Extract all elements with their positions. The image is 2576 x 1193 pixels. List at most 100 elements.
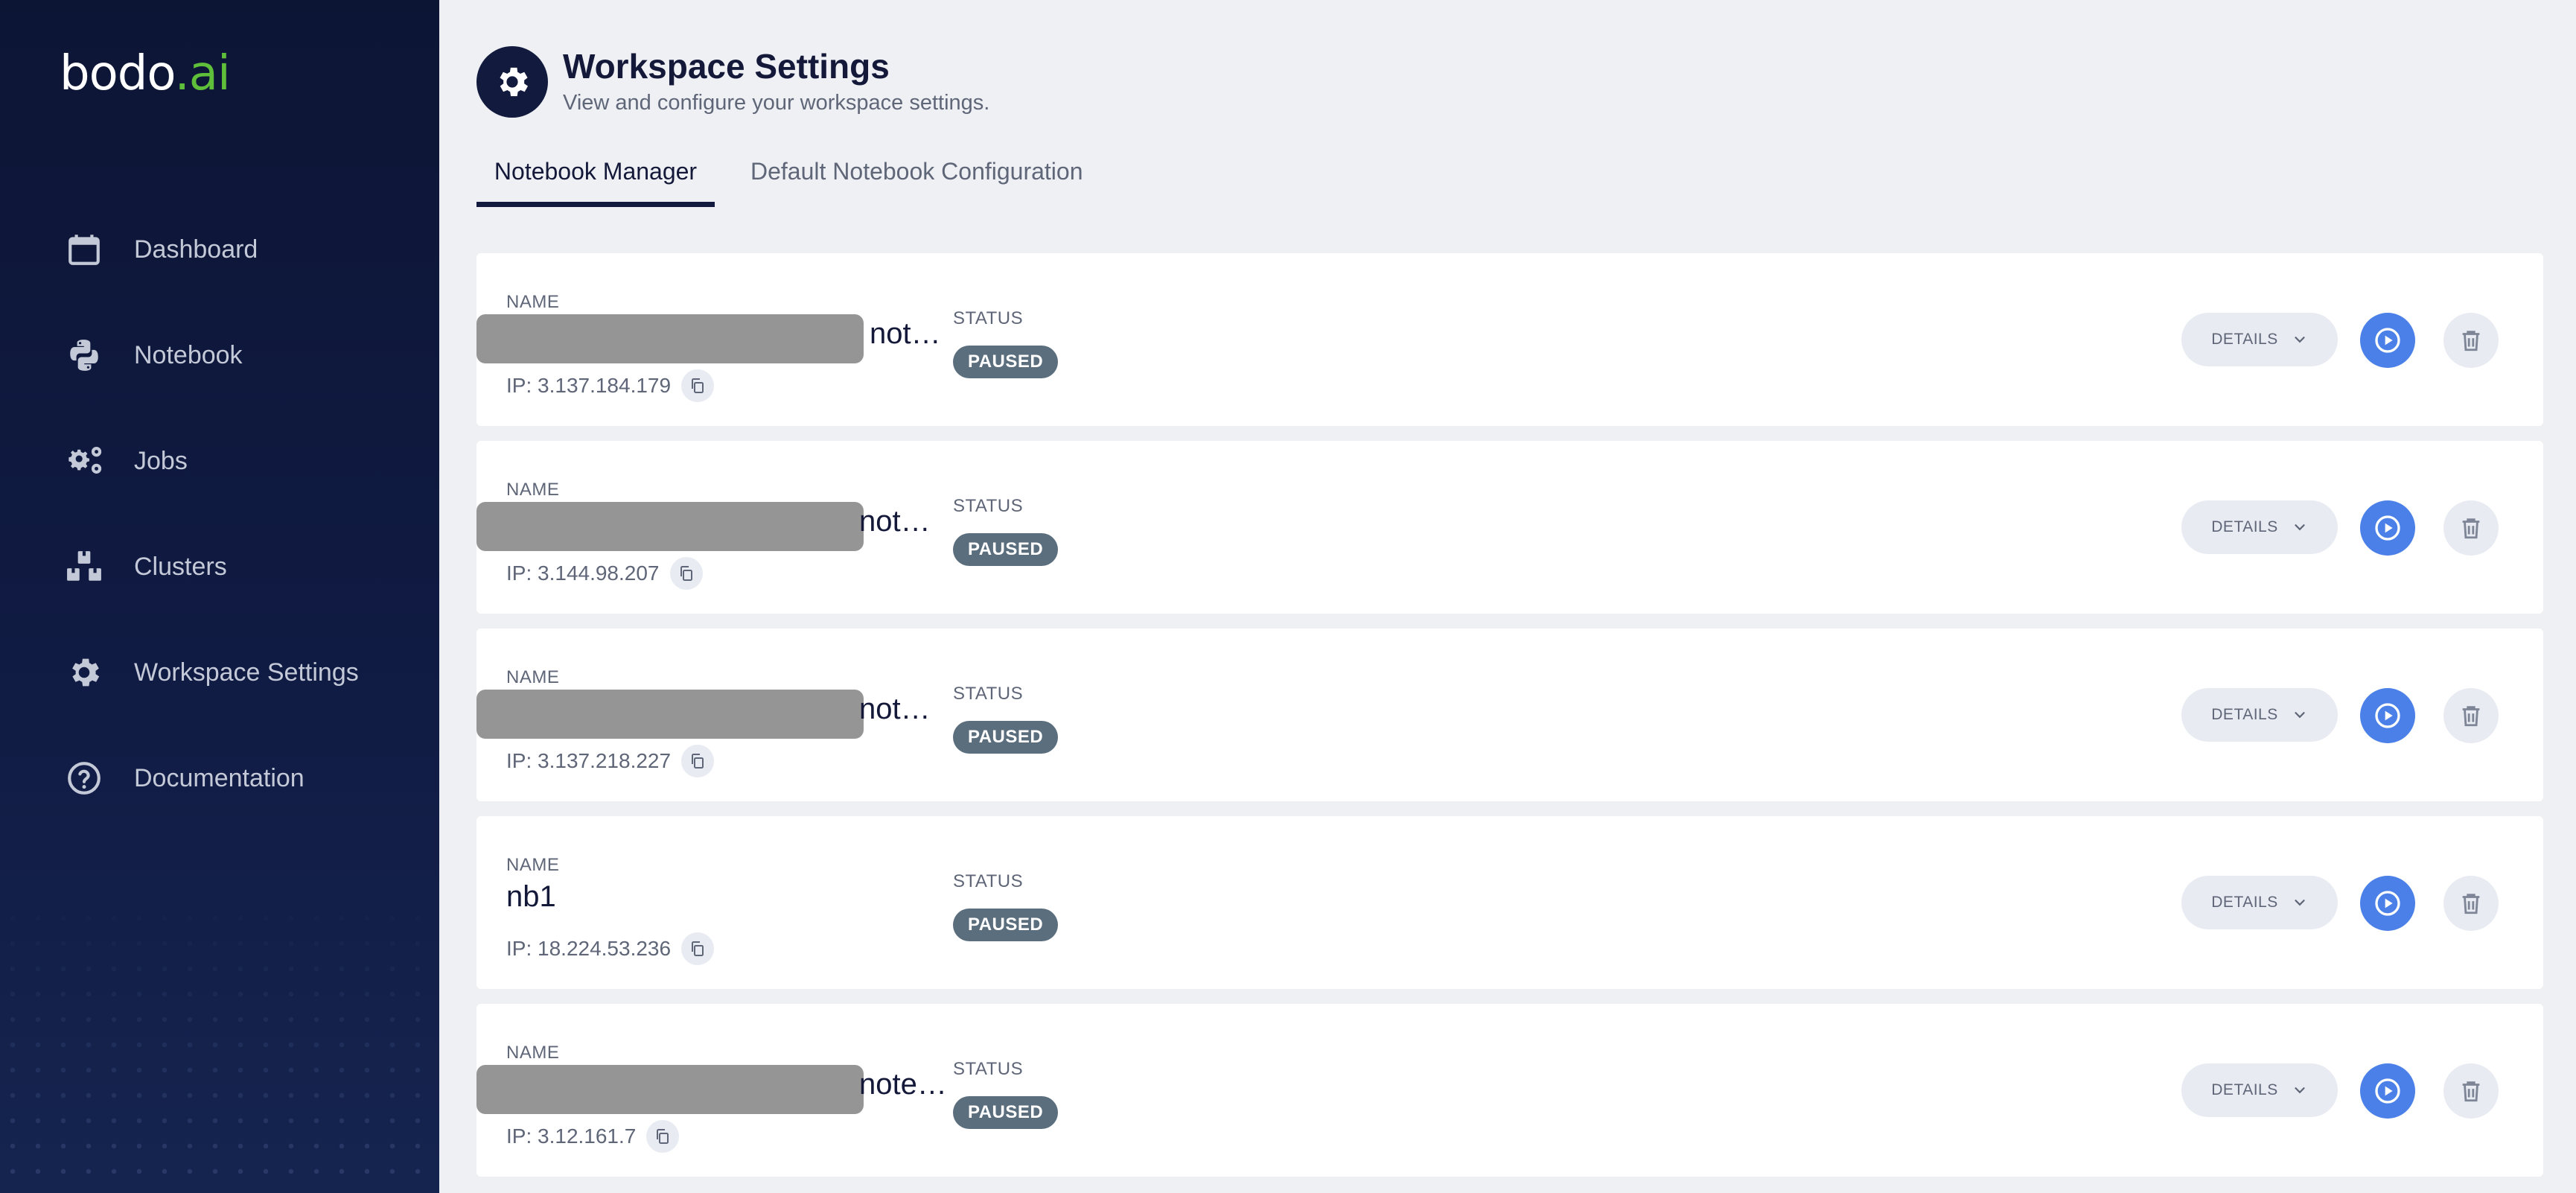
details-label: DETAILS [2211,331,2278,348]
tab-default-notebook-configuration[interactable]: Default Notebook Configuration [750,158,1083,207]
status-label: STATUS [953,871,1024,891]
start-notebook-button[interactable] [2360,500,2415,556]
name-label: NAME [506,292,560,312]
trash-icon [2462,331,2480,351]
page-title: Workspace Settings [563,47,890,86]
boxes-icon [60,542,109,591]
delete-notebook-button[interactable] [2443,1063,2499,1119]
copy-icon [692,378,704,393]
notebook-name: nb1 [506,880,556,913]
status-badge: PAUSED [953,721,1059,754]
sidebar-item-label: Notebook [134,340,243,369]
status-label: STATUS [953,1059,1024,1079]
tab-notebook-manager[interactable]: Notebook Manager [476,158,715,207]
play-icon [2375,891,2400,916]
delete-notebook-button[interactable] [2443,688,2499,743]
logo-text: bodo [60,46,175,101]
name-label: NAME [506,855,560,875]
copy-icon [657,1129,669,1144]
details-label: DETAILS [2211,706,2278,723]
notebook-name: not… [859,693,931,725]
page-subtitle: View and configure your workspace settin… [563,91,990,115]
redaction-bar [476,690,864,739]
trash-icon [2462,1081,2480,1102]
ip-address: IP: 18.224.53.236 [506,932,715,965]
notebook-card: NAME not… IP: 3.137.184.179 STATUS PAUSE… [476,253,2543,426]
chevron-down-icon [2292,707,2308,723]
start-notebook-button[interactable] [2360,1063,2415,1119]
gear-icon [500,67,529,97]
sidebar-item-workspace-settings[interactable]: Workspace Settings [0,639,439,706]
status-label: STATUS [953,308,1024,328]
gear-icon [60,648,109,697]
notebook-name: not… [870,317,941,350]
logo-accent-text: .ai [174,46,230,101]
delete-notebook-button[interactable] [2443,500,2499,556]
play-icon [2375,328,2400,353]
sidebar-item-documentation[interactable]: Documentation [0,745,439,812]
details-button[interactable]: DETAILS [2181,500,2338,554]
details-label: DETAILS [2211,894,2278,911]
trash-icon [2462,518,2480,539]
python-icon [60,331,109,380]
copy-ip-button[interactable] [681,745,715,777]
status-label: STATUS [953,684,1024,704]
name-label: NAME [506,1043,560,1063]
ip-text: IP: 18.224.53.236 [506,937,672,960]
start-notebook-button[interactable] [2360,313,2415,368]
details-button[interactable]: DETAILS [2181,313,2338,366]
redaction-bar [476,1065,864,1114]
name-label: NAME [506,667,560,687]
redaction-bar [476,502,864,551]
details-label: DETAILS [2211,518,2278,535]
details-label: DETAILS [2211,1081,2278,1098]
ip-address: IP: 3.144.98.207 [506,557,703,590]
start-notebook-button[interactable] [2360,688,2415,743]
delete-notebook-button[interactable] [2443,876,2499,931]
copy-ip-button[interactable] [681,932,715,965]
trash-icon [2462,706,2480,727]
sidebar-item-label: Workspace Settings [134,658,359,687]
notebook-name: not… [859,505,931,538]
copy-icon [692,754,704,769]
sidebar-item-clusters[interactable]: Clusters [0,533,439,600]
sidebar-item-dashboard[interactable]: Dashboard [0,216,439,283]
copy-icon [680,566,692,581]
play-icon [2375,515,2400,541]
notebook-card: NAME not… IP: 3.137.218.227 STATUS PAUSE… [476,629,2543,801]
copy-ip-button[interactable] [681,369,715,402]
sidebar-item-notebook[interactable]: Notebook [0,322,439,389]
sidebar-item-label: Jobs [134,446,188,475]
ip-text: IP: 3.12.161.7 [506,1124,637,1148]
details-button[interactable]: DETAILS [2181,1063,2338,1117]
ip-text: IP: 3.137.218.227 [506,749,672,772]
ip-address: IP: 3.12.161.7 [506,1120,680,1153]
notebook-card: NAME nb1 IP: 18.224.53.236 STATUS PAUSED… [476,816,2543,989]
details-button[interactable]: DETAILS [2181,688,2338,742]
copy-icon [692,941,704,956]
notebook-name: note… [859,1068,947,1101]
start-notebook-button[interactable] [2360,876,2415,931]
sidebar-item-label: Documentation [134,763,305,792]
settings-header-icon [476,46,548,118]
copy-ip-button[interactable] [669,557,703,590]
copy-ip-button[interactable] [646,1120,680,1153]
details-button[interactable]: DETAILS [2181,876,2338,929]
ip-text: IP: 3.137.184.179 [506,374,672,397]
redaction-bar [476,314,864,363]
chevron-down-icon [2292,1082,2308,1098]
name-label: NAME [506,480,560,500]
gears-icon [60,436,109,486]
play-icon [2375,1078,2400,1104]
trash-icon [2462,894,2480,914]
bodo-logo[interactable]: bodo.ai [60,46,231,101]
sidebar-item-label: Dashboard [134,235,258,264]
ip-text: IP: 3.144.98.207 [506,561,660,585]
sidebar-item-jobs[interactable]: Jobs [0,427,439,494]
ip-address: IP: 3.137.218.227 [506,745,715,777]
status-badge: PAUSED [953,909,1059,941]
status-badge: PAUSED [953,533,1059,566]
delete-notebook-button[interactable] [2443,313,2499,368]
calendar-icon [60,225,109,274]
notebook-card: NAME not… IP: 3.144.98.207 STATUS PAUSED… [476,441,2543,614]
